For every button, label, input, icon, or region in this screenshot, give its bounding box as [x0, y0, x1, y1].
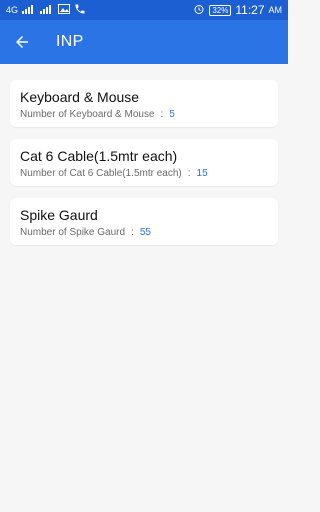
alarm-icon [193, 3, 205, 18]
item-count: 5 [169, 109, 175, 120]
page-title: INP [56, 33, 84, 50]
item-list: Keyboard & Mouse Number of Keyboard & Mo… [10, 80, 278, 257]
item-separator: : [131, 227, 134, 238]
item-detail: Number of Cat 6 Cable(1.5mtr each) : 15 [20, 168, 268, 180]
item-title: Keyboard & Mouse [20, 89, 140, 105]
network-type: 4G [6, 4, 19, 15]
status-right: 32% 11:27 AM [193, 3, 288, 18]
image-icon [58, 3, 71, 17]
item-detail: Number of Keyboard & Mouse : 5 [20, 109, 268, 121]
list-item[interactable]: Spike Gaurd Number of Spike Gaurd : 55 [10, 198, 278, 245]
clock-ampm: AM [268, 4, 283, 15]
back-arrow-icon [16, 36, 28, 48]
signal-icon [22, 4, 36, 17]
status-left: 4G [0, 3, 86, 18]
item-label: Number of Keyboard & Mouse [20, 109, 155, 120]
item-count: 15 [196, 168, 208, 179]
list-item[interactable]: Cat 6 Cable(1.5mtr each) Number of Cat 6… [10, 139, 278, 186]
item-title: Cat 6 Cable(1.5mtr each) [20, 148, 178, 164]
item-separator: : [187, 168, 191, 179]
signal-icon [40, 4, 54, 17]
list-item[interactable]: Keyboard & Mouse Number of Keyboard & Mo… [10, 80, 278, 127]
back-button[interactable] [10, 30, 34, 54]
item-detail: Number of Spike Gaurd : 55 [20, 227, 268, 239]
app-bar: INP [0, 20, 288, 64]
item-label: Number of Spike Gaurd [20, 227, 126, 238]
battery-icon: 32% [209, 4, 232, 16]
phone-icon [74, 3, 86, 18]
clock-time: 11:27 [235, 3, 265, 17]
item-label: Number of Cat 6 Cable(1.5mtr each) [20, 168, 182, 179]
item-title: Spike Gaurd [20, 207, 98, 223]
status-bar: 4G 32% 11:27 AM [0, 0, 288, 20]
item-separator: : [160, 109, 164, 120]
item-count: 55 [139, 227, 151, 238]
